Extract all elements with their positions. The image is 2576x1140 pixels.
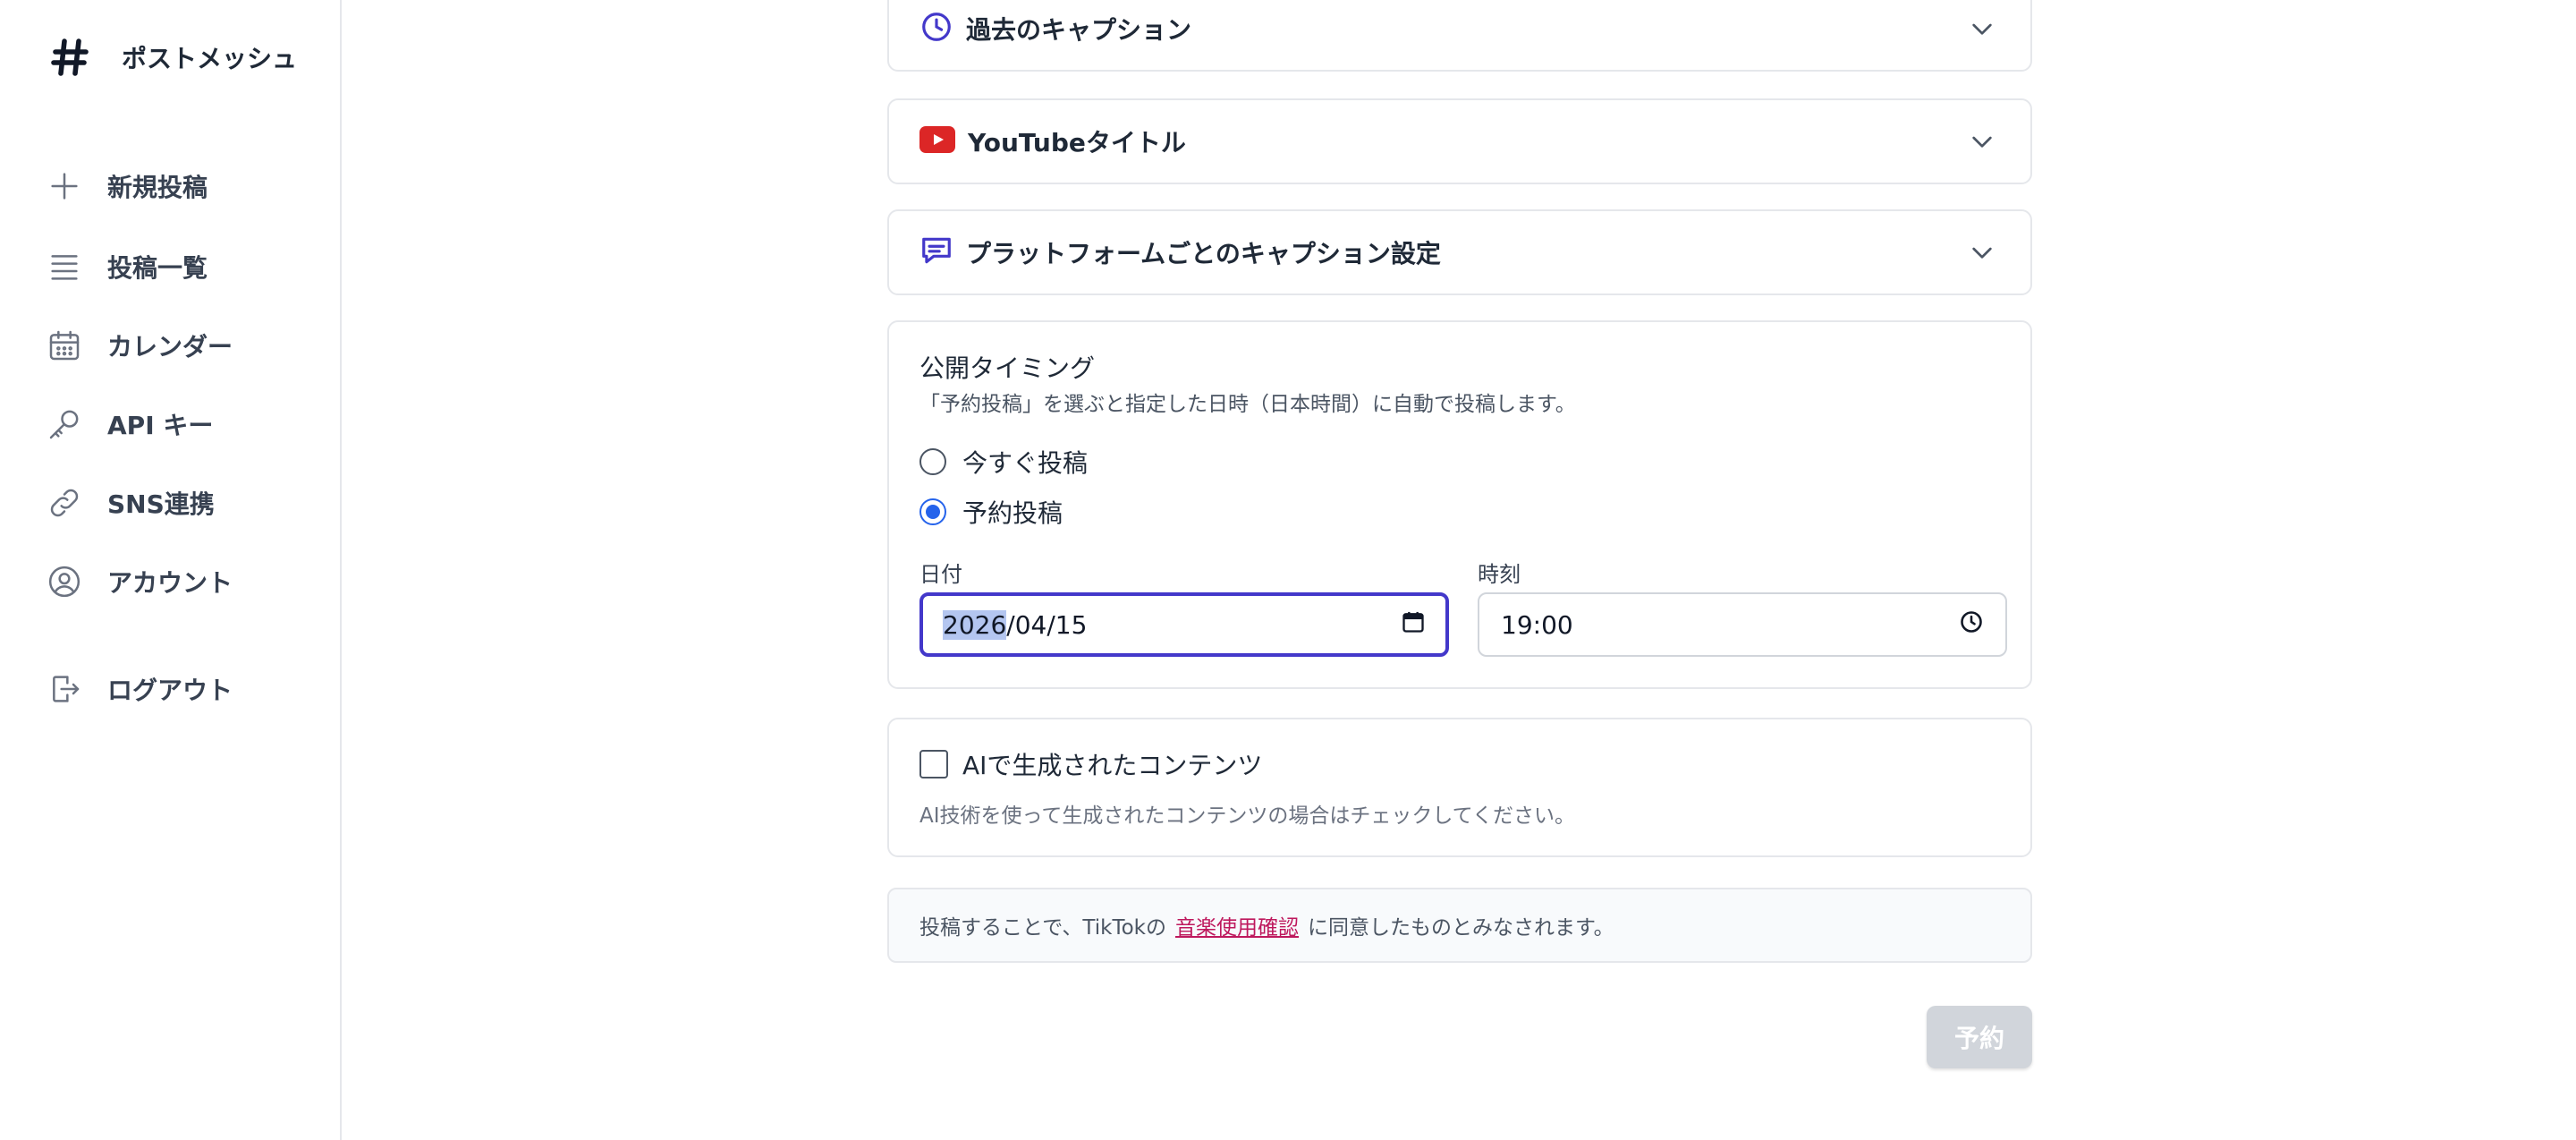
notice-prefix: 投稿することで、TikTokの xyxy=(919,916,1166,940)
sidebar-item-label: 投稿一覧 xyxy=(107,253,208,283)
date-label: 日付 xyxy=(919,562,962,587)
date-value: 2026/04/15 xyxy=(943,609,1401,640)
brand[interactable]: ポストメッシュ xyxy=(45,30,297,84)
sidebar-item-label: アカウント xyxy=(107,568,233,598)
ai-content-help: AI技術を使って生成されたコンテンツの場合はチェックしてください。 xyxy=(919,804,1575,828)
radio-scheduled[interactable]: 予約投稿 xyxy=(919,494,1063,530)
publish-timing-description: 「予約投稿」を選ぶと指定した日時（日本時間）に自動で投稿します。 xyxy=(919,393,1576,416)
calendar-icon xyxy=(43,324,86,367)
clock-icon xyxy=(919,10,953,47)
chevron-down-icon[interactable] xyxy=(1964,11,2000,47)
sidebar-item-label: SNS連携 xyxy=(107,489,215,519)
sidebar-item-sns[interactable]: SNS連携 xyxy=(43,476,215,530)
plus-icon xyxy=(43,165,86,208)
ai-content-section: AIで生成されたコンテンツ AI技術を使って生成されたコンテンツの場合はチェック… xyxy=(887,718,2032,857)
radio-button[interactable] xyxy=(919,448,946,475)
time-label: 時刻 xyxy=(1478,562,1521,587)
calendar-picker-icon[interactable] xyxy=(1401,609,1426,641)
time-value: 19:00 xyxy=(1501,609,1573,640)
past-captions-header[interactable]: 過去のキャプション xyxy=(889,0,2030,70)
sidebar-item-api-key[interactable]: API キー xyxy=(43,397,213,451)
ai-content-label: AIで生成されたコンテンツ xyxy=(962,751,1263,780)
sidebar-item-label: カレンダー xyxy=(107,332,233,362)
chevron-down-icon[interactable] xyxy=(1964,234,2000,270)
youtube-title-header[interactable]: YouTubeタイトル xyxy=(889,100,2030,183)
publish-timing-title: 公開タイミング xyxy=(919,353,1096,383)
notice-suffix: に同意したものとみなされます。 xyxy=(1307,916,1614,940)
radio-button[interactable] xyxy=(919,498,946,525)
clock-picker-icon[interactable] xyxy=(1959,609,1984,641)
radio-label: 予約投稿 xyxy=(962,498,1063,528)
platform-captions-title: プラットフォームごとのキャプション設定 xyxy=(966,239,1441,268)
sidebar-item-label: 新規投稿 xyxy=(107,173,208,202)
publish-timing-section: 公開タイミング 「予約投稿」を選ぶと指定した日時（日本時間）に自動で投稿します。… xyxy=(887,320,2032,689)
sidebar-item-logout[interactable]: ログアウト xyxy=(43,662,233,716)
logout-icon xyxy=(43,668,86,710)
youtube-title-title: YouTubeタイトル xyxy=(968,128,1186,157)
ai-content-checkbox-row[interactable]: AIで生成されたコンテンツ xyxy=(919,746,1262,782)
radio-post-now[interactable]: 今すぐ投稿 xyxy=(919,444,1088,480)
chevron-down-icon[interactable] xyxy=(1964,123,2000,159)
link-icon xyxy=(43,481,86,524)
sidebar-item-calendar[interactable]: カレンダー xyxy=(43,319,233,372)
time-input[interactable]: 19:00 xyxy=(1478,592,2007,657)
platform-captions-header[interactable]: プラットフォームごとのキャプション設定 xyxy=(889,211,2030,294)
sidebar-item-label: ログアウト xyxy=(107,676,233,705)
sidebar: ポストメッシュ 新規投稿 投稿一覧 カレンダー API キー SNS連携 アカウ… xyxy=(0,0,342,1140)
schedule-submit-button[interactable]: 予約 xyxy=(1927,1006,2032,1068)
date-year-selection: 2026 xyxy=(943,609,1007,640)
youtube-icon xyxy=(919,126,955,157)
radio-label: 今すぐ投稿 xyxy=(962,448,1089,478)
sidebar-item-account[interactable]: アカウント xyxy=(43,555,233,608)
tiktok-music-notice: 投稿することで、TikTokの 音楽使用確認 に同意したものとみなされます。 xyxy=(887,888,2032,963)
ai-content-checkbox[interactable] xyxy=(919,750,948,778)
app-name: ポストメッシュ xyxy=(122,44,298,73)
sidebar-item-post-list[interactable]: 投稿一覧 xyxy=(43,240,208,294)
sidebar-item-new-post[interactable]: 新規投稿 xyxy=(43,159,208,213)
sidebar-item-label: API キー xyxy=(107,411,214,440)
date-input[interactable]: 2026/04/15 xyxy=(919,592,1449,657)
hash-icon xyxy=(45,32,95,82)
music-usage-link[interactable]: 音楽使用確認 xyxy=(1175,910,1299,940)
list-icon xyxy=(43,245,86,288)
key-icon xyxy=(43,403,86,446)
past-captions-section: 過去のキャプション xyxy=(887,0,2032,72)
youtube-title-section: YouTubeタイトル xyxy=(887,98,2032,184)
platform-captions-section: プラットフォームごとのキャプション設定 xyxy=(887,209,2032,295)
user-circle-icon xyxy=(43,560,86,603)
chat-icon xyxy=(919,234,953,271)
past-captions-title: 過去のキャプション xyxy=(966,15,1192,45)
date-rest: /04/15 xyxy=(1006,609,1088,640)
